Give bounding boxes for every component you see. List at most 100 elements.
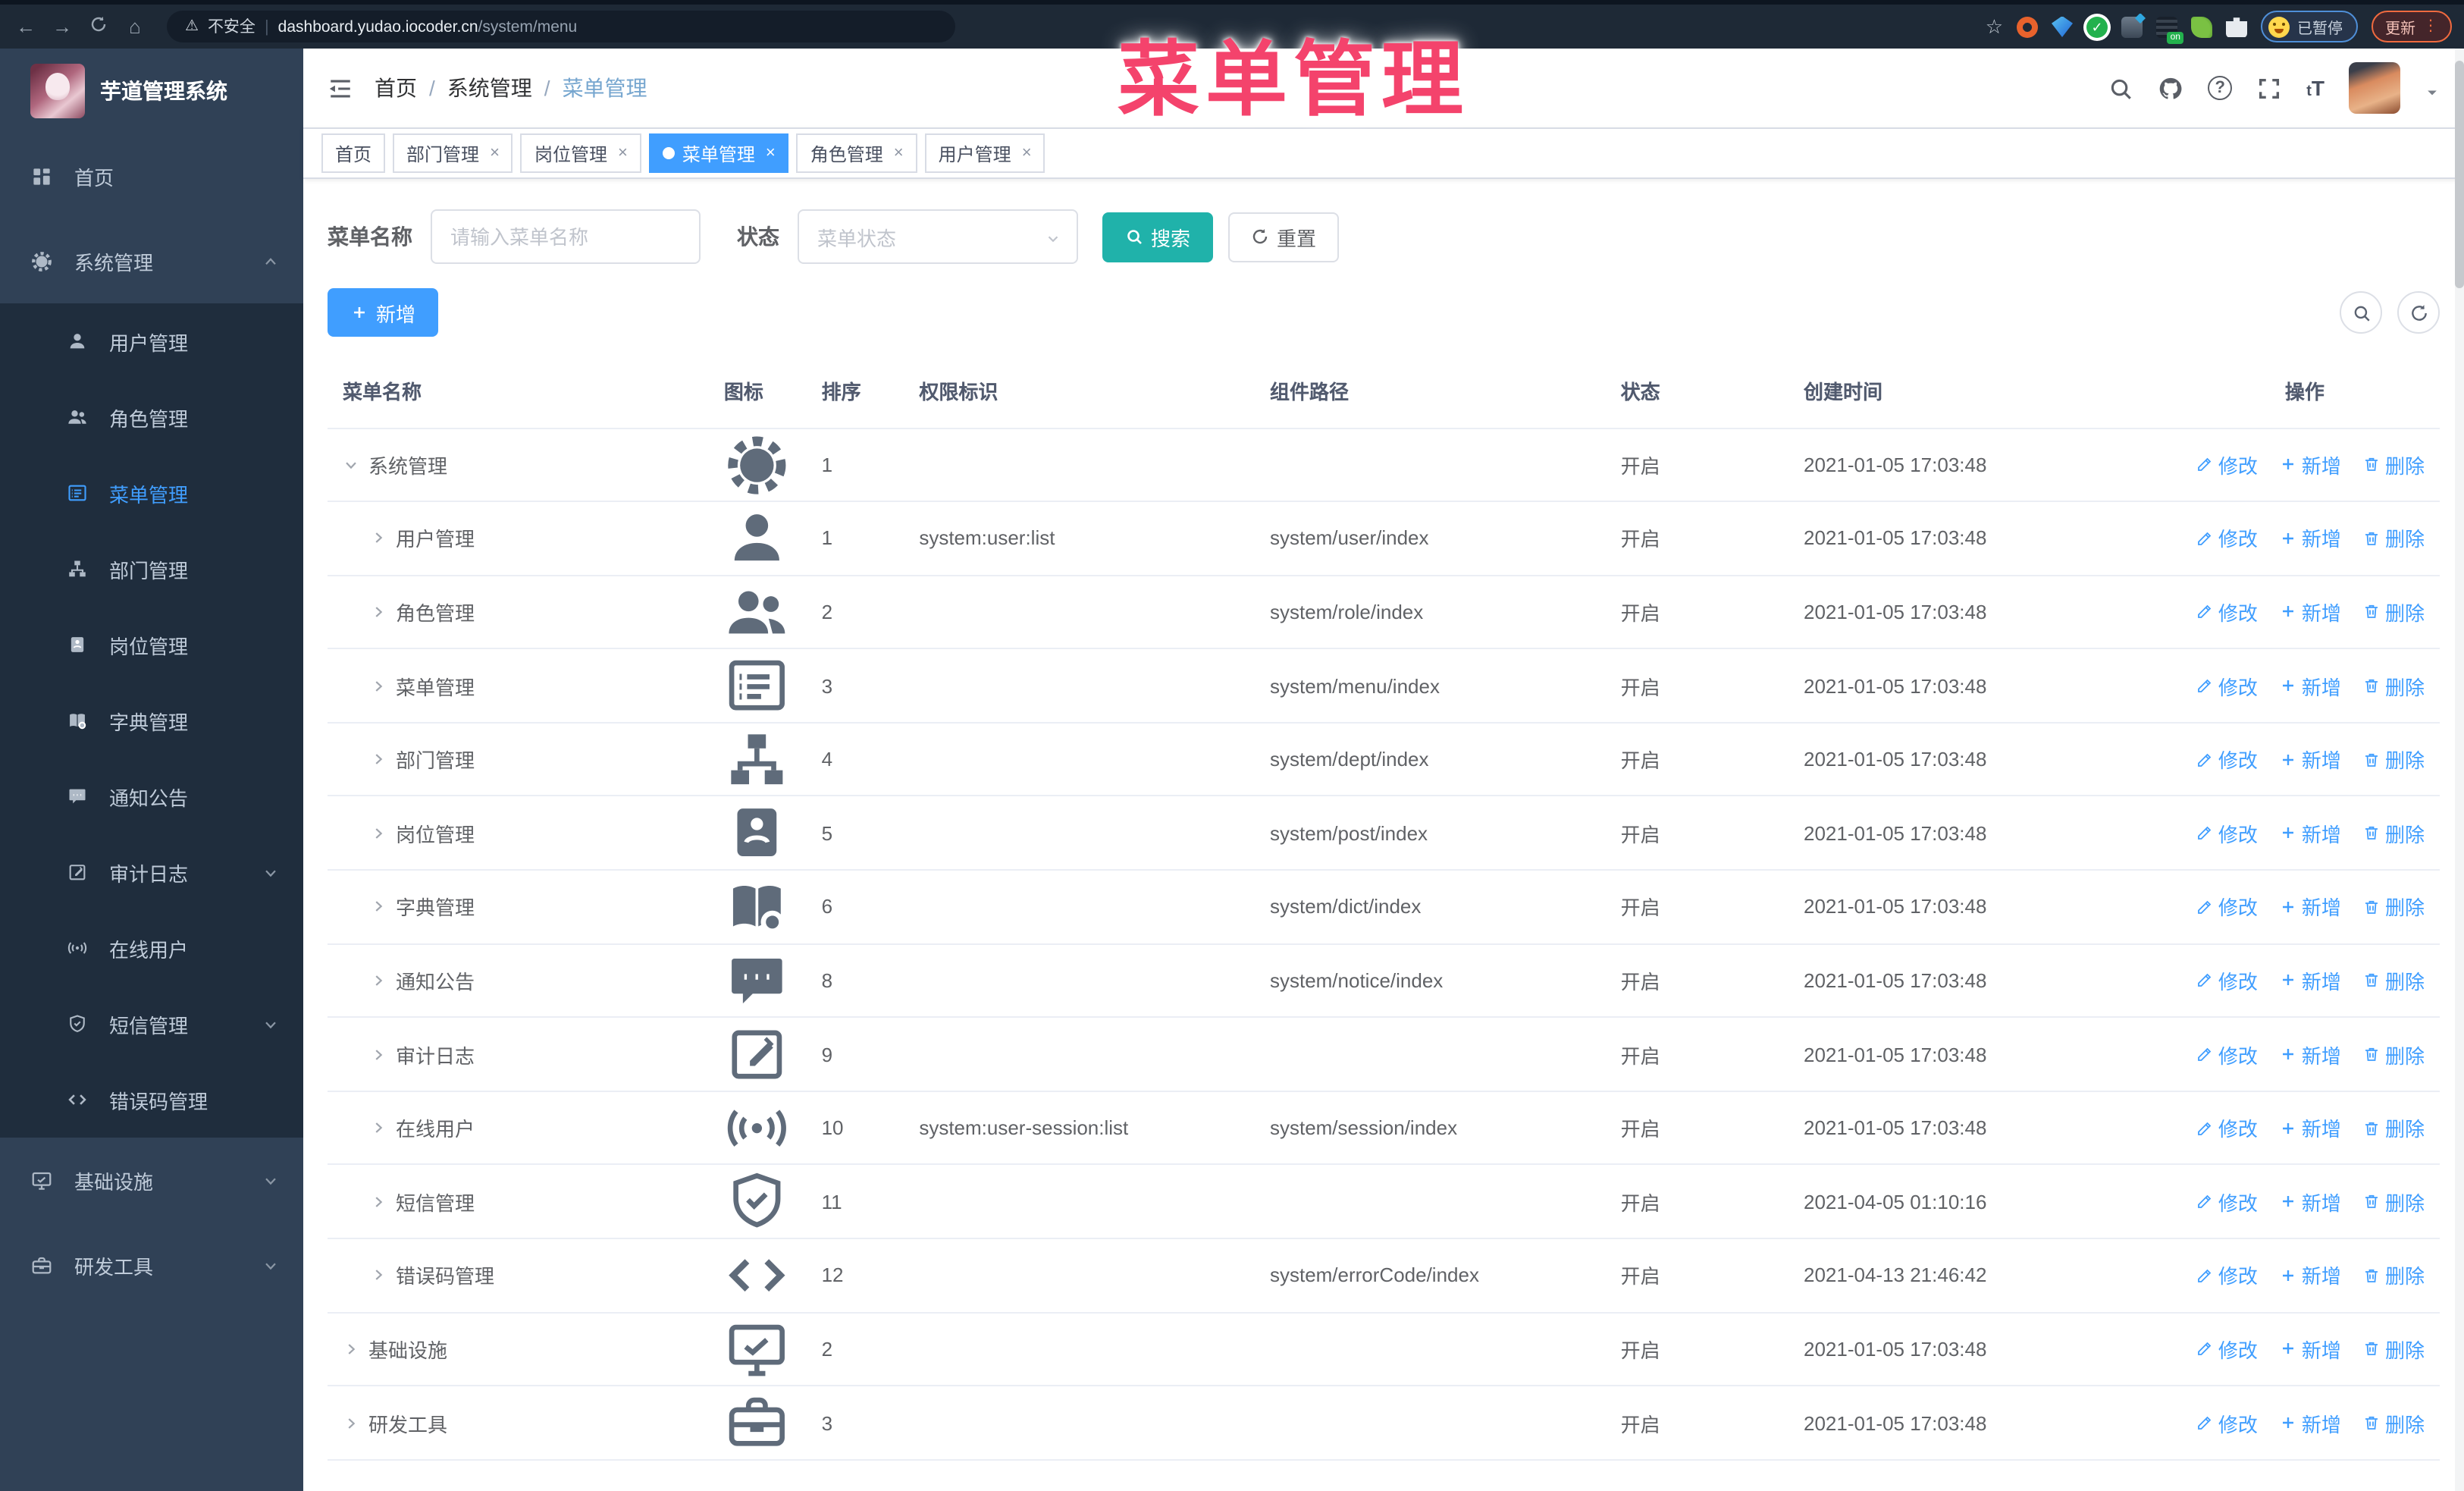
sidebar-item-错误码管理[interactable]: 错误码管理 <box>0 1062 303 1138</box>
edit-action[interactable]: 修改 <box>2196 819 2258 848</box>
breadcrumb-item-系统管理[interactable]: 系统管理 <box>447 73 532 103</box>
caret-right[interactable] <box>343 1341 359 1358</box>
edit-action[interactable]: 修改 <box>2196 598 2258 626</box>
caret-right[interactable] <box>370 825 387 842</box>
edit-action[interactable]: 修改 <box>2196 1408 2258 1437</box>
menu-status-select[interactable]: 菜单状态 <box>798 209 1078 264</box>
delete-action[interactable]: 删除 <box>2362 671 2425 700</box>
delete-action[interactable]: 删除 <box>2362 598 2425 626</box>
caret-right[interactable] <box>370 677 387 694</box>
extension-icon[interactable] <box>2086 16 2108 37</box>
delete-action[interactable]: 删除 <box>2362 966 2425 995</box>
caret-right[interactable] <box>370 1267 387 1284</box>
edit-action[interactable]: 修改 <box>2196 1113 2258 1142</box>
delete-action[interactable]: 删除 <box>2362 1261 2425 1290</box>
add-action[interactable]: 新增 <box>2279 1113 2341 1142</box>
add-action[interactable]: 新增 <box>2279 450 2341 479</box>
delete-action[interactable]: 删除 <box>2362 1408 2425 1437</box>
back-icon[interactable]: ← <box>12 15 39 38</box>
tab-菜单管理[interactable]: 菜单管理 × <box>648 133 789 173</box>
sidebar-item-在线用户[interactable]: 在线用户 <box>0 910 303 986</box>
sidebar-item-菜单管理[interactable]: 菜单管理 <box>0 455 303 531</box>
extensions-puzzle-icon[interactable] <box>2226 17 2247 37</box>
sidebar-item-角色管理[interactable]: 角色管理 <box>0 379 303 455</box>
page-scrollbar[interactable] <box>2455 49 2464 1491</box>
delete-action[interactable]: 删除 <box>2362 893 2425 921</box>
toggle-search-button[interactable] <box>2340 291 2382 334</box>
close-tab-icon[interactable]: × <box>766 144 776 162</box>
add-action[interactable]: 新增 <box>2279 671 2341 700</box>
caret-right[interactable] <box>370 1193 387 1210</box>
sidebar-item-系统管理[interactable]: 系统管理 <box>0 218 303 303</box>
caret-right[interactable] <box>370 972 387 989</box>
browser-update-button[interactable]: 更新 ⋮ <box>2372 11 2452 42</box>
sidebar-item-审计日志[interactable]: 审计日志 <box>0 834 303 910</box>
add-action[interactable]: 新增 <box>2279 598 2341 626</box>
home-icon[interactable]: ⌂ <box>121 15 149 38</box>
fullscreen-icon[interactable] <box>2256 75 2282 101</box>
edit-action[interactable]: 修改 <box>2196 671 2258 700</box>
caret-down[interactable] <box>343 457 359 473</box>
close-tab-icon[interactable]: × <box>490 144 500 162</box>
edit-action[interactable]: 修改 <box>2196 450 2258 479</box>
add-action[interactable]: 新增 <box>2279 1335 2341 1364</box>
address-bar[interactable]: ⚠ 不安全 | dashboard.yudao.iocoder.cn/syste… <box>167 11 955 42</box>
caret-right[interactable] <box>370 530 387 547</box>
extension-icon[interactable] <box>2052 16 2073 37</box>
add-action[interactable]: 新增 <box>2279 1187 2341 1216</box>
edit-action[interactable]: 修改 <box>2196 524 2258 553</box>
edit-action[interactable]: 修改 <box>2196 1261 2258 1290</box>
extension-icon[interactable]: on <box>2156 16 2183 43</box>
caret-right[interactable] <box>370 1119 387 1136</box>
tab-岗位管理[interactable]: 岗位管理 × <box>520 133 641 173</box>
tab-首页[interactable]: 首页 <box>321 133 386 173</box>
edit-action[interactable]: 修改 <box>2196 1335 2258 1364</box>
extension-icon[interactable] <box>2191 16 2212 37</box>
app-logo[interactable]: 芋道管理系统 <box>0 49 303 133</box>
sidebar-item-字典管理[interactable]: 字典管理 <box>0 683 303 758</box>
add-action[interactable]: 新增 <box>2279 966 2341 995</box>
extension-icon[interactable] <box>2017 16 2038 37</box>
collapse-sidebar-icon[interactable] <box>328 75 353 101</box>
caret-right[interactable] <box>343 1414 359 1431</box>
close-tab-icon[interactable]: × <box>1022 144 1032 162</box>
reset-button[interactable]: 重置 <box>1228 212 1340 262</box>
github-icon[interactable] <box>2158 75 2183 101</box>
edit-action[interactable]: 修改 <box>2196 1040 2258 1069</box>
browser-profile-chip[interactable]: 已暂停 <box>2261 11 2358 42</box>
tab-用户管理[interactable]: 用户管理 × <box>924 133 1045 173</box>
breadcrumb-item-首页[interactable]: 首页 <box>375 73 417 103</box>
sidebar-item-用户管理[interactable]: 用户管理 <box>0 303 303 379</box>
bookmark-star-icon[interactable]: ☆ <box>1986 14 2003 39</box>
delete-action[interactable]: 删除 <box>2362 1187 2425 1216</box>
menu-name-input[interactable] <box>431 209 701 264</box>
edit-action[interactable]: 修改 <box>2196 745 2258 774</box>
add-action[interactable]: 新增 <box>2279 1040 2341 1069</box>
edit-action[interactable]: 修改 <box>2196 1187 2258 1216</box>
sidebar-item-部门管理[interactable]: 部门管理 <box>0 531 303 607</box>
sidebar-item-研发工具[interactable]: 研发工具 <box>0 1223 303 1307</box>
user-avatar[interactable] <box>2349 62 2400 114</box>
caret-right[interactable] <box>370 751 387 767</box>
sidebar-item-基础设施[interactable]: 基础设施 <box>0 1138 303 1223</box>
refresh-button[interactable] <box>2397 291 2440 334</box>
search-button[interactable]: 搜索 <box>1102 212 1214 262</box>
edit-action[interactable]: 修改 <box>2196 893 2258 921</box>
tab-角色管理[interactable]: 角色管理 × <box>796 133 917 173</box>
delete-action[interactable]: 删除 <box>2362 745 2425 774</box>
delete-action[interactable]: 删除 <box>2362 1335 2425 1364</box>
edit-action[interactable]: 修改 <box>2196 966 2258 995</box>
sidebar-item-通知公告[interactable]: 通知公告 <box>0 758 303 834</box>
add-button[interactable]: 新增 <box>328 288 439 337</box>
add-action[interactable]: 新增 <box>2279 1408 2341 1437</box>
help-icon[interactable]: ? <box>2208 76 2233 100</box>
delete-action[interactable]: 删除 <box>2362 524 2425 553</box>
scrollbar-thumb[interactable] <box>2455 61 2464 288</box>
delete-action[interactable]: 删除 <box>2362 1113 2425 1142</box>
sidebar-item-短信管理[interactable]: 短信管理 <box>0 986 303 1062</box>
search-icon[interactable] <box>2108 75 2133 101</box>
chevron-down-icon[interactable] <box>2425 80 2440 96</box>
font-size-icon[interactable]: tT <box>2306 76 2324 100</box>
sidebar-item-首页[interactable]: 首页 <box>0 133 303 218</box>
caret-right[interactable] <box>370 604 387 620</box>
